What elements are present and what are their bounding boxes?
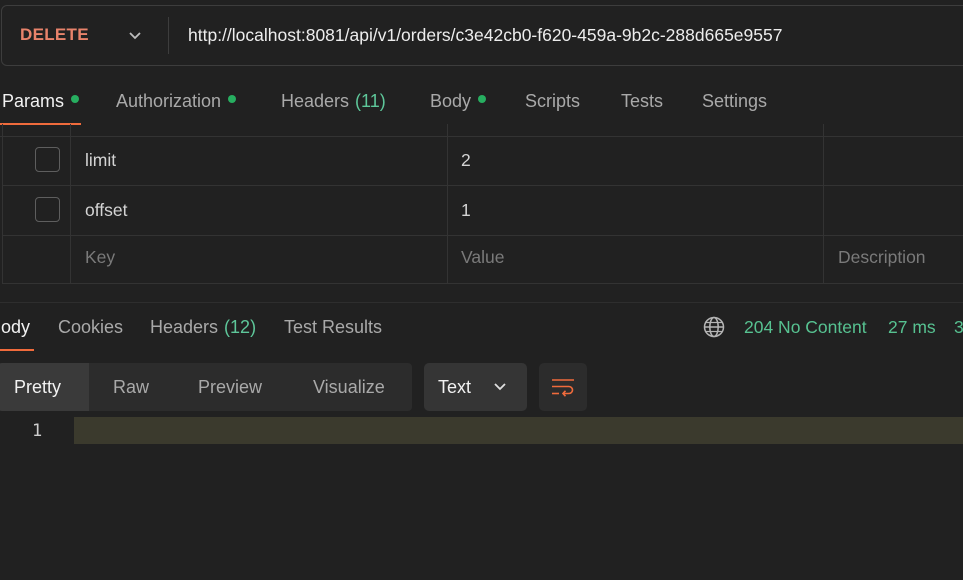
response-time[interactable]: 27 ms bbox=[888, 317, 936, 338]
active-tab-indicator bbox=[0, 123, 81, 125]
status-dot bbox=[71, 95, 80, 103]
view-pretty-button[interactable]: Pretty bbox=[14, 377, 61, 398]
response-tab-test-results[interactable]: Test Results bbox=[284, 317, 382, 338]
tab-settings[interactable]: Settings bbox=[702, 91, 767, 112]
count-badge: (12) bbox=[224, 317, 257, 337]
tab-params[interactable]: Params bbox=[2, 91, 80, 112]
key-placeholder[interactable]: Key bbox=[85, 247, 115, 268]
tab-label: Tests bbox=[621, 91, 664, 111]
tab-authorization[interactable]: Authorization bbox=[116, 91, 237, 112]
response-tab-body[interactable]: Body bbox=[0, 317, 30, 338]
param-key[interactable]: limit bbox=[85, 150, 116, 171]
param-key[interactable]: offset bbox=[85, 200, 128, 221]
param-checkbox[interactable] bbox=[35, 147, 60, 172]
divider bbox=[0, 302, 963, 303]
table-row bbox=[2, 136, 963, 186]
line-number: 1 bbox=[32, 421, 43, 441]
view-preview-button[interactable]: Preview bbox=[198, 377, 262, 398]
divider bbox=[168, 17, 169, 54]
param-value[interactable]: 1 bbox=[461, 200, 471, 221]
tab-body[interactable]: Body bbox=[430, 91, 487, 112]
table-row bbox=[2, 186, 963, 236]
view-visualize-button[interactable]: Visualize bbox=[313, 377, 385, 398]
wrap-lines-button[interactable] bbox=[539, 363, 587, 411]
format-label: Text bbox=[438, 377, 472, 397]
tab-label: Settings bbox=[702, 91, 768, 111]
tab-tests[interactable]: Tests bbox=[621, 91, 663, 112]
param-checkbox[interactable] bbox=[35, 197, 60, 222]
tab-headers[interactable]: Headers (11) bbox=[281, 91, 386, 112]
view-raw-button[interactable]: Raw bbox=[113, 377, 149, 398]
response-tab-cookies[interactable]: Cookies bbox=[58, 317, 123, 338]
status-dot bbox=[478, 95, 487, 103]
response-tab-headers[interactable]: Headers (12) bbox=[150, 317, 256, 338]
method-select[interactable]: DELETE bbox=[20, 25, 89, 45]
tab-label: Authorization bbox=[116, 91, 222, 111]
active-tab-indicator bbox=[0, 349, 34, 351]
url-bar: DELETE http://localhost:8081/api/v1/orde… bbox=[1, 5, 963, 66]
value-placeholder[interactable]: Value bbox=[461, 247, 504, 268]
editor-line[interactable] bbox=[74, 417, 963, 444]
chevron-down-icon bbox=[494, 383, 506, 391]
response-size[interactable]: 3 bbox=[954, 317, 963, 338]
tab-label: Scripts bbox=[525, 91, 581, 111]
wrap-lines-icon bbox=[552, 379, 574, 397]
tab-label: Body bbox=[430, 91, 472, 111]
tab-scripts[interactable]: Scripts bbox=[525, 91, 580, 112]
globe-icon[interactable] bbox=[702, 315, 726, 339]
tab-label: Params bbox=[2, 91, 65, 111]
url-input[interactable]: http://localhost:8081/api/v1/orders/c3e4… bbox=[188, 25, 782, 46]
tab-label: Headers bbox=[150, 317, 219, 337]
status-code[interactable]: 204 No Content bbox=[744, 317, 867, 338]
param-value[interactable]: 2 bbox=[461, 150, 471, 171]
tab-label: Headers bbox=[281, 91, 350, 111]
count-badge: (11) bbox=[355, 91, 386, 111]
status-dot bbox=[228, 95, 237, 103]
description-placeholder[interactable]: Description bbox=[838, 247, 926, 268]
chevron-down-icon[interactable] bbox=[127, 30, 143, 42]
